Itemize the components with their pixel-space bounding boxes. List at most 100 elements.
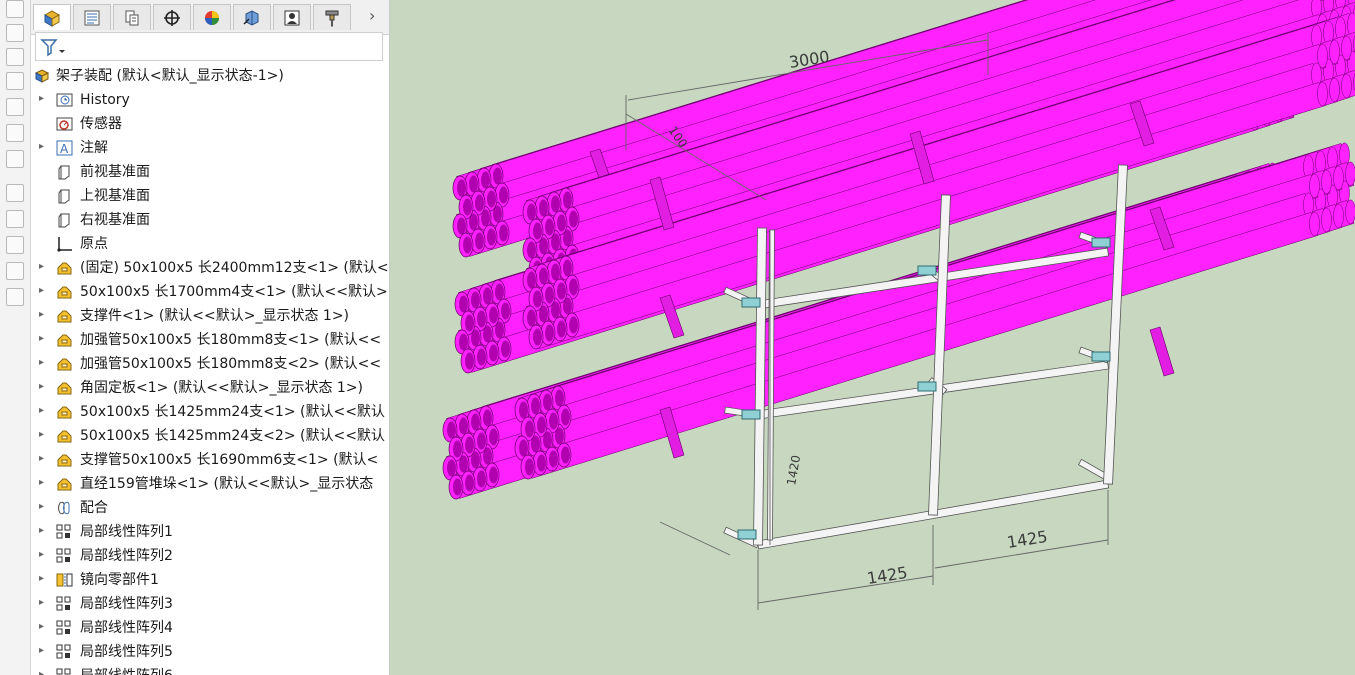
tree-item[interactable]: ▸ 直经159管堆垛<1> (默认<<默认>_显示状态 <box>31 472 389 496</box>
expand-arrow-icon[interactable]: ▸ <box>39 261 47 273</box>
view-icon[interactable] <box>6 24 24 42</box>
tree-item[interactable]: ▸ 角固定板<1> (默认<<默认>_显示状态 1>) <box>31 376 389 400</box>
part-icon <box>57 286 72 299</box>
tree-item[interactable]: ▸ 局部线性阵列4 <box>31 616 389 640</box>
manager-tabs: › <box>31 0 389 35</box>
expand-arrow-icon[interactable]: ▸ <box>39 357 47 369</box>
pipe-far-end <box>1341 73 1352 99</box>
pipe-bore <box>475 194 484 212</box>
simulation-tab[interactable] <box>273 4 311 30</box>
expand-arrow-icon[interactable]: ▸ <box>39 453 47 465</box>
pipe-bore <box>537 454 546 472</box>
part-icon <box>57 478 72 491</box>
corner-bracket <box>741 409 761 420</box>
expand-arrow-icon[interactable]: ▸ <box>39 501 47 513</box>
pipe-bore <box>543 393 552 411</box>
tree-item[interactable]: ▸ 镜向零部件1 <box>31 568 389 592</box>
expand-arrow-icon[interactable]: ▸ <box>39 381 47 393</box>
tree-item[interactable]: ▸ 50x100x5 长1425mm24支<1> (默认<<默认 <box>31 400 389 424</box>
tree-item[interactable]: ▸ 支撑管50x100x5 长1690mm6支<1> (默认< <box>31 448 389 472</box>
tree-item-label: 上视基准面 <box>80 188 150 204</box>
tree-item[interactable]: ▸ History <box>31 88 389 112</box>
pipe-bore <box>545 286 554 304</box>
tool-icon[interactable] <box>6 184 24 202</box>
tree-item[interactable]: ▸ 局部线性阵列5 <box>31 640 389 664</box>
pipe-bore <box>453 478 462 496</box>
pipe-bore <box>563 259 572 277</box>
view-icon[interactable] <box>6 150 24 168</box>
expand-arrow-icon[interactable]: ▸ <box>39 285 47 297</box>
part-icon <box>57 454 72 467</box>
linear-pattern-icon <box>56 596 71 611</box>
expand-arrow-icon[interactable]: ▸ <box>39 621 47 633</box>
tree-item[interactable]: ▸ 50x100x5 长1700mm4支<1> (默认<<默认> <box>31 280 389 304</box>
plane-icon <box>58 213 70 228</box>
tool-icon[interactable] <box>6 288 24 306</box>
view-icon[interactable] <box>6 48 24 66</box>
expand-arrow-icon[interactable]: ▸ <box>39 477 47 489</box>
expand-arrow-icon[interactable]: ▸ <box>39 429 47 441</box>
tree-item[interactable]: ▸ 局部线性阵列6 <box>31 664 389 675</box>
more-tabs-chevron-icon[interactable]: › <box>369 6 375 25</box>
view-icon[interactable] <box>6 0 24 18</box>
expand-arrow-icon[interactable]: ▸ <box>39 573 47 585</box>
expand-arrow-icon[interactable]: ▸ <box>39 333 47 345</box>
tree-item-label: 传感器 <box>80 116 122 132</box>
pipe-bore <box>569 278 578 296</box>
cam-tab[interactable] <box>233 4 271 30</box>
tree-item[interactable]: ▸ 支撑件<1> (默认<<默认>_显示状态 1>) <box>31 304 389 328</box>
tree-item[interactable]: ▸ 局部线性阵列1 <box>31 520 389 544</box>
feature-manager-tab[interactable] <box>33 4 71 30</box>
tree-item[interactable]: ▸ 配合 <box>31 496 389 520</box>
pipe-bore <box>569 316 578 334</box>
tree-root-assembly[interactable]: 架子装配 (默认<默认_显示状态-1>) <box>31 64 389 88</box>
filter-icon[interactable] <box>40 37 66 57</box>
pipe-bore <box>561 408 570 426</box>
left-icon-strip <box>0 0 31 675</box>
plane-icon <box>58 189 70 204</box>
tree-item-label: 配合 <box>80 500 108 516</box>
expand-arrow-icon[interactable]: ▸ <box>39 645 47 657</box>
view-icon[interactable] <box>6 124 24 142</box>
tools-tab[interactable] <box>313 4 351 30</box>
expand-arrow-icon[interactable]: ▸ <box>39 405 47 417</box>
tool-icon[interactable] <box>6 236 24 254</box>
tree-item[interactable]: ▸ 局部线性阵列3 <box>31 592 389 616</box>
tree-item[interactable]: 右视基准面 <box>31 208 389 232</box>
expand-arrow-icon[interactable]: ▸ <box>39 141 47 153</box>
expand-arrow-icon[interactable]: ▸ <box>39 525 47 537</box>
dimxpert-tab[interactable] <box>153 4 191 30</box>
expand-arrow-icon[interactable]: ▸ <box>39 93 47 105</box>
pipe-far-end <box>1333 203 1344 229</box>
configuration-manager-tab[interactable] <box>113 4 151 30</box>
pipe-bore <box>463 236 472 254</box>
tree-item[interactable]: 上视基准面 <box>31 184 389 208</box>
tree-item[interactable]: ▸ 局部线性阵列2 <box>31 544 389 568</box>
view-icon[interactable] <box>6 98 24 116</box>
expand-arrow-icon[interactable]: ▸ <box>39 309 47 321</box>
expand-arrow-icon[interactable]: ▸ <box>39 669 47 675</box>
tree-item[interactable]: ▸ 加强管50x100x5 长180mm8支<2> (默认<< <box>31 352 389 376</box>
tool-icon[interactable] <box>6 262 24 280</box>
pipe-bore <box>493 167 502 185</box>
part-icon <box>57 430 72 443</box>
expand-arrow-icon[interactable]: ▸ <box>39 549 47 561</box>
tree-filter[interactable] <box>35 32 383 61</box>
graphics-area[interactable]: 3000 100 1420 1425 1425 <box>390 0 1355 675</box>
tree-item[interactable]: 原点 <box>31 232 389 256</box>
tree-item[interactable]: 前视基准面 <box>31 160 389 184</box>
expand-arrow-icon[interactable]: ▸ <box>39 597 47 609</box>
property-manager-tab[interactable] <box>73 4 111 30</box>
display-manager-tab[interactable] <box>193 4 231 30</box>
pipe-bore <box>557 282 566 300</box>
pipe-bore <box>555 389 564 407</box>
tool-icon[interactable] <box>6 210 24 228</box>
view-icon[interactable] <box>6 72 24 90</box>
tree-item[interactable]: ▸ A 注解 <box>31 136 389 160</box>
tree-item-label: 原点 <box>80 236 108 252</box>
tree-item[interactable]: 传感器 <box>31 112 389 136</box>
assembly-3d-view[interactable]: 3000 100 1420 1425 1425 <box>390 0 1355 675</box>
tree-item[interactable]: ▸ 50x100x5 长1425mm24支<2> (默认<<默认 <box>31 424 389 448</box>
tree-item[interactable]: ▸ (固定) 50x100x5 长2400mm12支<1> (默认< <box>31 256 389 280</box>
tree-item[interactable]: ▸ 加强管50x100x5 长180mm8支<1> (默认<< <box>31 328 389 352</box>
